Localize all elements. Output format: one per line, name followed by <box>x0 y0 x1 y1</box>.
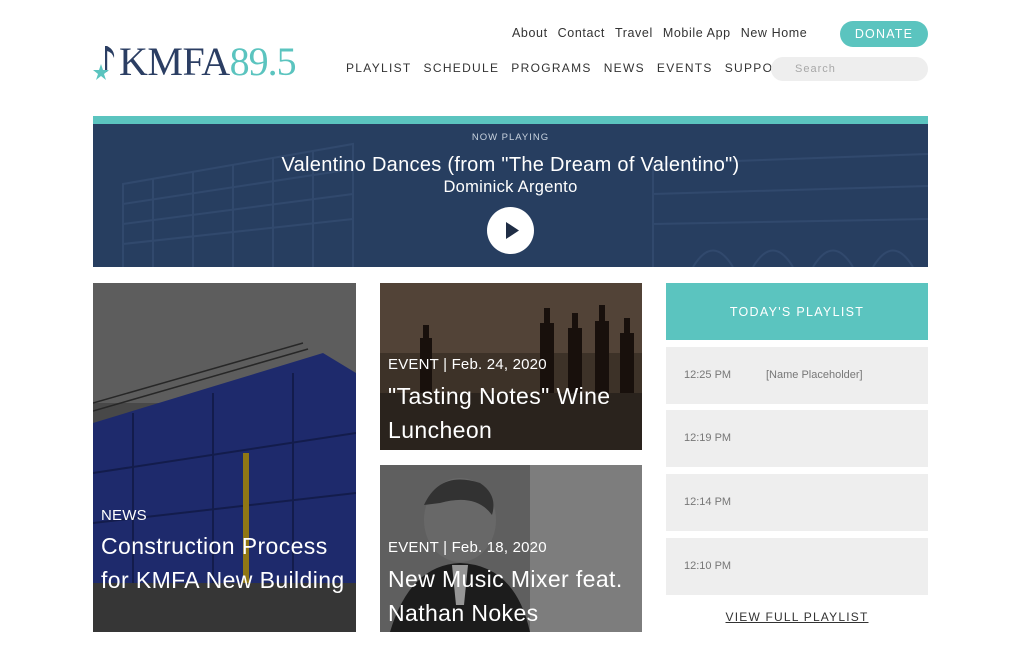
playlist-time: 12:19 PM <box>684 432 732 444</box>
search-input[interactable] <box>771 57 928 81</box>
event-card-wine-luncheon[interactable]: EVENT | Feb. 24, 2020 "Tasting Notes" Wi… <box>380 283 642 450</box>
now-playing-banner: NOW PLAYING Valentino Dances (from "The … <box>93 124 928 267</box>
card-headline: New Music Mixer feat. Nathan Nokes <box>388 566 623 626</box>
nav-link-contact[interactable]: Contact <box>558 26 605 40</box>
logo-frequency: 89.5 <box>229 39 297 84</box>
nav-item-programs[interactable]: PROGRAMS <box>511 61 591 75</box>
now-playing-accent-bar <box>93 116 928 124</box>
kmfa-logo[interactable]: KMFA 89.5 <box>93 40 308 84</box>
playlist-time: 12:14 PM <box>684 496 732 508</box>
playlist-row[interactable]: 12:14 PM <box>666 474 928 531</box>
nav-link-about[interactable]: About <box>512 26 548 40</box>
card-kicker: EVENT | Feb. 18, 2020 <box>388 539 547 556</box>
play-icon <box>506 222 519 239</box>
playlist-time: 12:10 PM <box>684 560 732 572</box>
nav-item-news[interactable]: NEWS <box>604 61 645 75</box>
todays-playlist-heading: TODAY'S PLAYLIST <box>666 283 928 340</box>
playlist-time: 12:25 PM <box>684 369 732 381</box>
event-card-music-mixer[interactable]: EVENT | Feb. 18, 2020 New Music Mixer fe… <box>380 465 642 632</box>
nav-item-schedule[interactable]: SCHEDULE <box>424 61 500 75</box>
now-playing-artist: Dominick Argento <box>443 178 578 196</box>
playlist-track-name: [Name Placeholder] <box>766 369 863 381</box>
card-headline: Construction Process for KMFA New Buildi… <box>101 533 345 593</box>
now-playing-label: NOW PLAYING <box>471 132 550 143</box>
music-note-star-icon <box>93 42 119 82</box>
nav-link-mobile-app[interactable]: Mobile App <box>663 26 731 40</box>
playlist-row[interactable]: 12:10 PM <box>666 538 928 595</box>
nav-item-events[interactable]: EVENTS <box>657 61 713 75</box>
playlist-row[interactable]: 12:25 PM [Name Placeholder] <box>666 347 928 404</box>
nav-item-playlist[interactable]: PLAYLIST <box>346 61 412 75</box>
utility-nav: About Contact Travel Mobile App New Home <box>512 26 817 40</box>
view-full-playlist-link[interactable]: VIEW FULL PLAYLIST <box>666 610 928 624</box>
nav-link-new-home[interactable]: New Home <box>741 26 808 40</box>
nav-link-travel[interactable]: Travel <box>615 26 653 40</box>
news-card-construction[interactable]: NEWS Construction Process for KMFA New B… <box>93 283 356 632</box>
play-button[interactable] <box>487 207 534 254</box>
donate-button[interactable]: DONATE <box>840 21 928 47</box>
logo-text: KMFA <box>119 39 230 84</box>
card-headline: "Tasting Notes" Wine Luncheon <box>388 383 611 443</box>
card-kicker: NEWS <box>101 507 147 524</box>
card-kicker: EVENT | Feb. 24, 2020 <box>388 356 547 373</box>
main-nav: PLAYLIST SCHEDULE PROGRAMS NEWS EVENTS S… <box>346 61 804 75</box>
playlist-row[interactable]: 12:19 PM <box>666 410 928 467</box>
now-playing-title: Valentino Dances (from "The Dream of Val… <box>281 154 740 176</box>
